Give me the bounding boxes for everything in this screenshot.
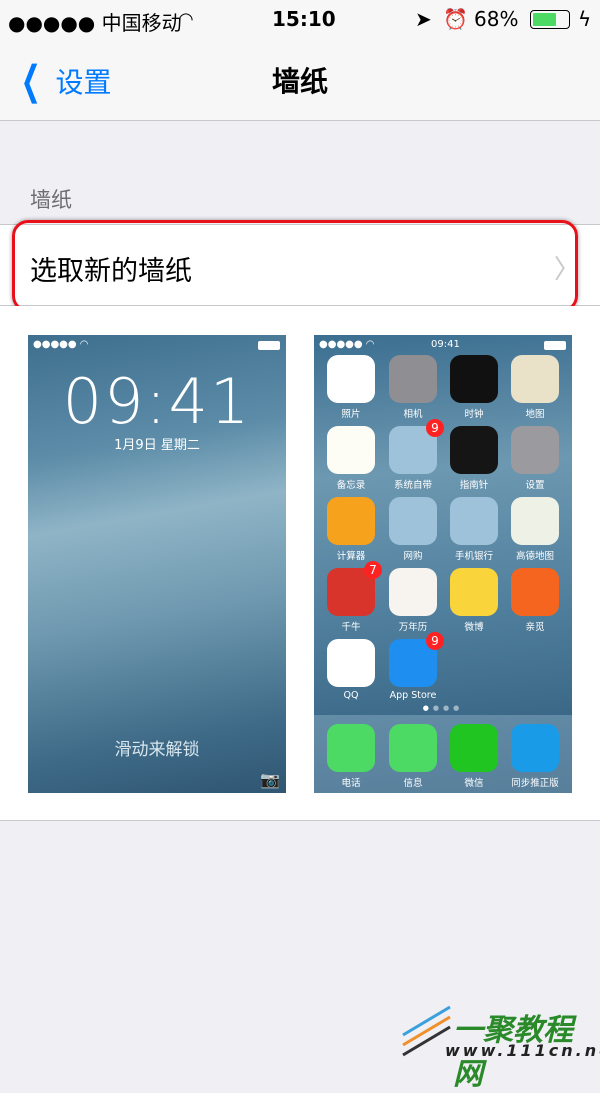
app-icon-image [511,568,559,616]
app-label: 千牛 [341,622,361,633]
app-icon[interactable]: 指南针 [450,426,498,491]
app-icon-image [389,568,437,616]
app-icon-image [511,426,559,474]
app-icon[interactable]: 7 千牛 [327,561,382,633]
app-icon[interactable]: 时钟 [450,355,498,420]
app-icon-image [511,497,559,545]
app-label: 万年历 [398,622,428,633]
app-icon[interactable]: 设置 [511,426,559,491]
app-label: 照片 [341,409,361,420]
app-label: 指南针 [459,480,489,491]
app-icon[interactable]: 同步推正版 [511,724,559,789]
app-icon-image [450,426,498,474]
app-icon[interactable]: 9 App Store [389,632,444,701]
slide-to-unlock: 滑动来解锁 [114,740,200,760]
battery-icon [258,341,280,350]
notification-badge: 7 [364,561,382,579]
app-icon-image [450,568,498,616]
app-icon-image [450,724,498,772]
lock-time: 09:41 [62,365,252,438]
app-label: 网购 [403,551,423,562]
page-dots: ●●●● [422,704,464,712]
app-icon[interactable]: 微博 [450,568,498,633]
app-label: 设置 [525,480,545,491]
status-bar: ●●●●● 中国移动 ◠ 15:10 ➤ ⏰ 68% ϟ [0,0,600,40]
app-label: 高德地图 [515,551,554,562]
app-label: 微信 [464,778,484,789]
signal-icon: ●●●●● ◠ [319,339,375,350]
app-label: 计算器 [336,551,366,562]
app-label: 同步推正版 [511,778,559,789]
watermark: 一聚教程网 www.111cn.net [395,1005,600,1092]
app-icon-image [327,639,375,687]
highlight-annotation [12,220,578,312]
app-label: App Store [389,690,437,701]
signal-icon: ●●●●● ◠ [33,339,89,350]
home-time: 09:41 [431,339,460,350]
app-icon-image: 7 [327,561,382,616]
charging-icon: ϟ [578,7,592,31]
app-icon-image: 9 [389,419,444,474]
app-label: 备忘录 [336,480,366,491]
app-icon-image [511,355,559,403]
app-icon-image [327,355,375,403]
app-icon-image [389,497,437,545]
wifi-icon: ◠ [178,9,194,30]
app-icon[interactable]: 万年历 [389,568,437,633]
alarm-icon: ⏰ [443,7,468,31]
app-icon-image [450,497,498,545]
app-label: 系统自带 [393,480,432,491]
app-label: 相机 [403,409,423,420]
app-icon[interactable]: 照片 [327,355,375,420]
app-label: 亲觅 [525,622,545,633]
lock-screen-preview[interactable]: ●●●●● ◠ 09:41 1月9日 星期二 滑动来解锁 📷 [28,335,286,793]
app-icon[interactable]: 电话 [327,724,375,789]
app-icon[interactable]: 高德地图 [511,497,559,562]
app-icon-image: 9 [389,632,444,687]
app-icon[interactable]: 网购 [389,497,437,562]
clock: 15:10 [272,7,336,31]
section-header: 墙纸 [30,188,72,212]
app-icon-image [389,724,437,772]
app-icon[interactable]: 9 系统自带 [389,419,444,491]
app-label: 微博 [464,622,484,633]
app-icon-image [511,724,559,772]
location-icon: ➤ [415,7,432,31]
wallpaper-previews: ●●●●● ◠ 09:41 1月9日 星期二 滑动来解锁 📷 ●●●●● ◠ 0… [0,306,600,821]
carrier: ●●●●● 中国移动 [8,11,182,35]
home-screen-preview[interactable]: ●●●●● ◠ 09:41 ●●●● 照片 相机 时钟 地图备忘录 9 系统自带 指南针 设置… [314,335,572,793]
lock-date: 1月9日 星期二 [114,438,200,453]
page-title: 墙纸 [271,65,328,98]
app-icon[interactable]: 信息 [389,724,437,789]
battery-icon [544,341,566,350]
app-icon-image [389,355,437,403]
app-icon-image [327,497,375,545]
app-icon-image [327,426,375,474]
app-icon-image [327,724,375,772]
app-label: 信息 [403,778,423,789]
watermark-url: www.111cn.net [445,1041,600,1060]
app-label: QQ [343,690,359,701]
app-label: 地图 [525,409,545,420]
app-label: 手机银行 [454,551,493,562]
app-icon[interactable]: 备忘录 [327,426,375,491]
app-icon-image [450,355,498,403]
app-icon[interactable]: 手机银行 [450,497,498,562]
camera-icon: 📷 [260,770,280,789]
app-icon[interactable]: 计算器 [327,497,375,562]
notification-badge: 9 [426,419,444,437]
battery-icon [530,10,570,29]
app-label: 电话 [341,778,361,789]
app-icon[interactable]: 微信 [450,724,498,789]
app-label: 时钟 [464,409,484,420]
app-icon[interactable]: QQ [327,639,375,701]
app-icon[interactable]: 地图 [511,355,559,420]
nav-bar: ❮ 设置 墙纸 [0,40,600,121]
app-icon[interactable]: 亲觅 [511,568,559,633]
app-icon[interactable]: 相机 [389,355,437,420]
battery-percent: 68% [474,7,519,31]
notification-badge: 9 [426,632,444,650]
